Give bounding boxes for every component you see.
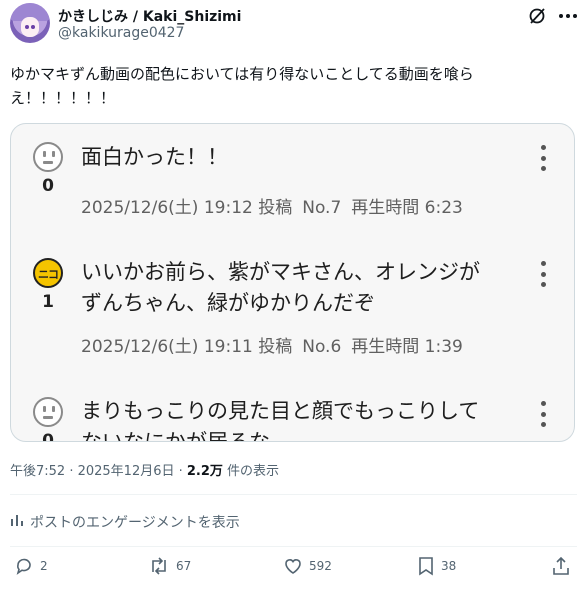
bookmark-count: 38 [441,559,457,573]
user-handle[interactable]: @kakikurage0427 [58,25,184,41]
comment-text: 面白かった！！ [81,145,228,169]
comment-meta: 2025/12/6(土) 19:11 投稿 No.6 再生時間 1:39 [81,332,473,357]
grok-icon[interactable] [526,5,548,27]
reply-button[interactable]: 2 [14,556,48,576]
comment-menu-icon[interactable] [539,401,547,427]
comment-text-line-1: まりもっこりの見た目と顔でもっこりして [81,399,480,423]
comment-playtime: 再生時間 6:23 [351,198,463,218]
views-count: 2.2万 [186,464,223,479]
repost-icon [152,557,166,575]
like-button[interactable]: 592 [283,556,332,576]
post-timestamp-views: 午後7:52 · 2025年12月6日 · 2.2万 件の表示 [10,460,279,479]
views-label: 件の表示 [222,464,280,479]
comment-date: 2025/12/6(土) 19:11 投稿 [81,337,293,357]
comment-menu-icon[interactable] [539,145,547,171]
comment-like-count: 0 [42,431,54,442]
comment-number: No.6 [302,337,342,357]
bookmark-icon [419,557,433,576]
neutral-face-icon [33,142,63,172]
divider [10,494,577,495]
analytics-label: ポストのエンゲージメントを表示 [30,515,240,531]
post-timestamp[interactable]: 午後7:52 · 2025年12月6日 · [10,464,187,479]
action-bar: 2 67 592 38 [0,556,587,586]
heart-icon [285,559,301,574]
comment-text-line-2: ずんちゃん、緑がゆかりんだぞ [81,291,375,315]
divider [10,546,577,547]
neutral-face-icon [33,397,63,427]
comment-number: No.7 [302,198,342,218]
share-button[interactable] [551,556,571,576]
bookmark-button[interactable]: 38 [417,556,456,576]
repost-button[interactable]: 67 [148,556,191,576]
avatar[interactable] [10,3,50,43]
comment-menu-icon[interactable] [539,261,547,287]
comment-playtime: 再生時間 1:39 [351,337,463,357]
view-engagement-link[interactable]: ポストのエンゲージメントを表示 [10,512,240,532]
like-count: 592 [309,559,332,573]
more-options-icon[interactable] [557,5,579,27]
repost-count: 67 [176,559,192,573]
niko-face-icon: ニコ [33,258,63,288]
comment-like-count: 0 [42,176,54,196]
reply-count: 2 [40,559,48,573]
comment-meta: 2025/12/6(土) 19:12 投稿 No.7 再生時間 6:23 [81,193,473,218]
reply-icon [16,558,31,575]
comment-date: 2025/12/6(土) 19:12 投稿 [81,198,293,218]
comment-text-line-2: ないなにかが居るな [81,430,270,442]
embedded-comment-card[interactable]: 0 面白かった！！ 2025/12/6(土) 19:12 投稿 No.7 再生時間 … [10,123,575,442]
tweet-text: ゆかマキずん動画の配色においては有り得ないことしてる動画を喰らえ！！！！！！ [10,65,474,107]
comment-text-line-1: いいかお前ら、紫がマキさん、オレンジが [81,260,480,284]
comment-like-count: 1 [42,292,54,312]
display-name[interactable]: かきしじみ / Kaki_Shizimi [58,6,241,26]
share-icon [553,556,569,575]
analytics-icon [10,513,24,531]
